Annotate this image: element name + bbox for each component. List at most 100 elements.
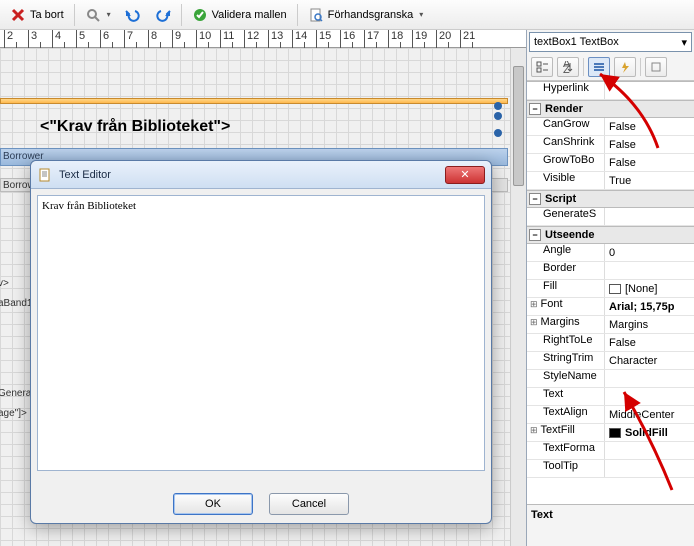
property-row[interactable]: MarginsMargins xyxy=(527,316,694,334)
horizontal-ruler: 23456789101112131415161718192021 xyxy=(0,30,526,48)
object-selector[interactable]: textBox1 TextBox ▾ xyxy=(529,32,692,52)
property-name: TextAlign xyxy=(527,406,605,423)
property-value[interactable]: MiddleCenter xyxy=(605,406,694,423)
collapse-icon[interactable]: − xyxy=(529,193,541,205)
properties-button[interactable] xyxy=(588,57,610,77)
property-row[interactable]: Fill [None] xyxy=(527,280,694,298)
property-row[interactable]: ToolTip xyxy=(527,460,694,478)
property-row[interactable]: VisibleTrue xyxy=(527,172,694,190)
property-value[interactable]: SolidFill xyxy=(605,424,694,441)
vertical-scrollbar[interactable] xyxy=(510,48,526,546)
property-description: Text xyxy=(527,504,694,546)
close-button[interactable]: ✕ xyxy=(445,166,485,184)
property-row[interactable]: GenerateS xyxy=(527,208,694,226)
property-value[interactable]: Character xyxy=(605,352,694,369)
property-value-text: False xyxy=(609,337,636,349)
property-value[interactable]: 0 xyxy=(605,244,694,261)
scrollbar-thumb[interactable] xyxy=(513,66,524,186)
textbox-element[interactable]: <"Krav från Biblioteket"> xyxy=(40,118,230,136)
validate-label: Validera mallen xyxy=(212,9,287,21)
truncated-label: General xyxy=(0,388,34,399)
property-value-text: [None] xyxy=(625,283,657,295)
text-editor-input[interactable] xyxy=(37,195,485,471)
undo-icon xyxy=(125,7,141,23)
property-row[interactable]: FontArial; 15,75p xyxy=(527,298,694,316)
property-value[interactable] xyxy=(605,442,694,459)
page-header-band[interactable] xyxy=(0,98,508,104)
separator xyxy=(297,4,298,26)
property-value-text: False xyxy=(609,121,636,133)
property-value[interactable]: False xyxy=(605,334,694,351)
property-value[interactable] xyxy=(605,388,694,405)
property-pages-button[interactable] xyxy=(645,57,667,77)
property-name: GrowToBo xyxy=(527,154,605,171)
property-row[interactable]: Text xyxy=(527,388,694,406)
property-value[interactable] xyxy=(605,370,694,387)
toolbar: Ta bort ▾ Validera mallen Förhandsgransk… xyxy=(0,0,694,30)
property-row[interactable]: StringTrimCharacter xyxy=(527,352,694,370)
undo-button[interactable] xyxy=(119,4,147,26)
truncated-label: aBand1 xyxy=(0,298,32,309)
properties-grid[interactable]: Hyperlink−RenderCanGrowFalseCanShrinkFal… xyxy=(527,81,694,504)
redo-button[interactable] xyxy=(149,4,177,26)
property-row[interactable]: CanGrow False xyxy=(527,118,694,136)
property-row[interactable]: StyleName xyxy=(527,370,694,388)
property-name: Font xyxy=(527,298,605,315)
preview-button[interactable]: Förhandsgranska ▾ xyxy=(302,4,430,26)
category-header[interactable]: −Script xyxy=(527,190,694,208)
band-handle[interactable] xyxy=(494,112,502,120)
category-header[interactable]: −Utseende xyxy=(527,226,694,244)
dialog-title: Text Editor xyxy=(59,169,439,181)
property-name: CanGrow xyxy=(527,118,605,135)
alphabetical-button[interactable]: AZ xyxy=(557,57,579,77)
property-row[interactable]: Hyperlink xyxy=(527,82,694,100)
property-row[interactable]: TextFillSolidFill xyxy=(527,424,694,442)
dialog-titlebar[interactable]: Text Editor ✕ xyxy=(31,161,491,189)
collapse-icon[interactable]: − xyxy=(529,103,541,115)
property-value[interactable] xyxy=(605,208,694,225)
property-row[interactable]: GrowToBoFalse xyxy=(527,154,694,172)
property-value[interactable]: Margins xyxy=(605,316,694,333)
svg-text:Z: Z xyxy=(563,64,570,73)
band-handle[interactable] xyxy=(494,129,502,137)
ok-button[interactable]: OK xyxy=(173,493,253,515)
property-row[interactable]: TextAlign MiddleCenter xyxy=(527,406,694,424)
remove-label: Ta bort xyxy=(30,9,64,21)
color-swatch-icon xyxy=(609,284,621,294)
property-value[interactable]: False xyxy=(605,154,694,171)
property-row[interactable]: CanShrinkFalse xyxy=(527,136,694,154)
property-row[interactable]: Angle 0 xyxy=(527,244,694,262)
property-value[interactable]: True xyxy=(605,172,694,189)
remove-button[interactable]: Ta bort xyxy=(4,4,70,26)
property-name: Fill xyxy=(527,280,605,297)
property-value[interactable] xyxy=(605,262,694,279)
separator xyxy=(640,58,641,76)
property-value-text: False xyxy=(609,139,636,151)
property-row[interactable]: Border xyxy=(527,262,694,280)
property-value-text: MiddleCenter xyxy=(609,409,674,421)
property-value-text: Character xyxy=(609,355,657,367)
separator xyxy=(583,58,584,76)
zoom-button[interactable]: ▾ xyxy=(79,4,117,26)
property-value-text: 0 xyxy=(609,247,615,259)
property-name: GenerateS xyxy=(527,208,605,225)
property-value[interactable]: False xyxy=(605,136,694,153)
property-value[interactable]: False xyxy=(605,118,694,135)
validate-button[interactable]: Validera mallen xyxy=(186,4,293,26)
property-value[interactable] xyxy=(605,82,694,99)
category-header[interactable]: −Render xyxy=(527,100,694,118)
category-label: Utseende xyxy=(545,229,595,241)
property-name: Angle xyxy=(527,244,605,261)
cancel-button[interactable]: Cancel xyxy=(269,493,349,515)
property-row[interactable]: RightToLeFalse xyxy=(527,334,694,352)
property-row[interactable]: TextForma xyxy=(527,442,694,460)
check-circle-icon xyxy=(192,7,208,23)
properties-panel: textBox1 TextBox ▾ AZ Hyperlink−RenderCa… xyxy=(526,30,694,546)
categorized-button[interactable] xyxy=(531,57,553,77)
property-value[interactable]: Arial; 15,75p xyxy=(605,298,694,315)
events-button[interactable] xyxy=(614,57,636,77)
property-value[interactable] xyxy=(605,460,694,477)
property-value[interactable]: [None] xyxy=(605,280,694,297)
collapse-icon[interactable]: − xyxy=(529,229,541,241)
band-handle[interactable] xyxy=(494,102,502,110)
